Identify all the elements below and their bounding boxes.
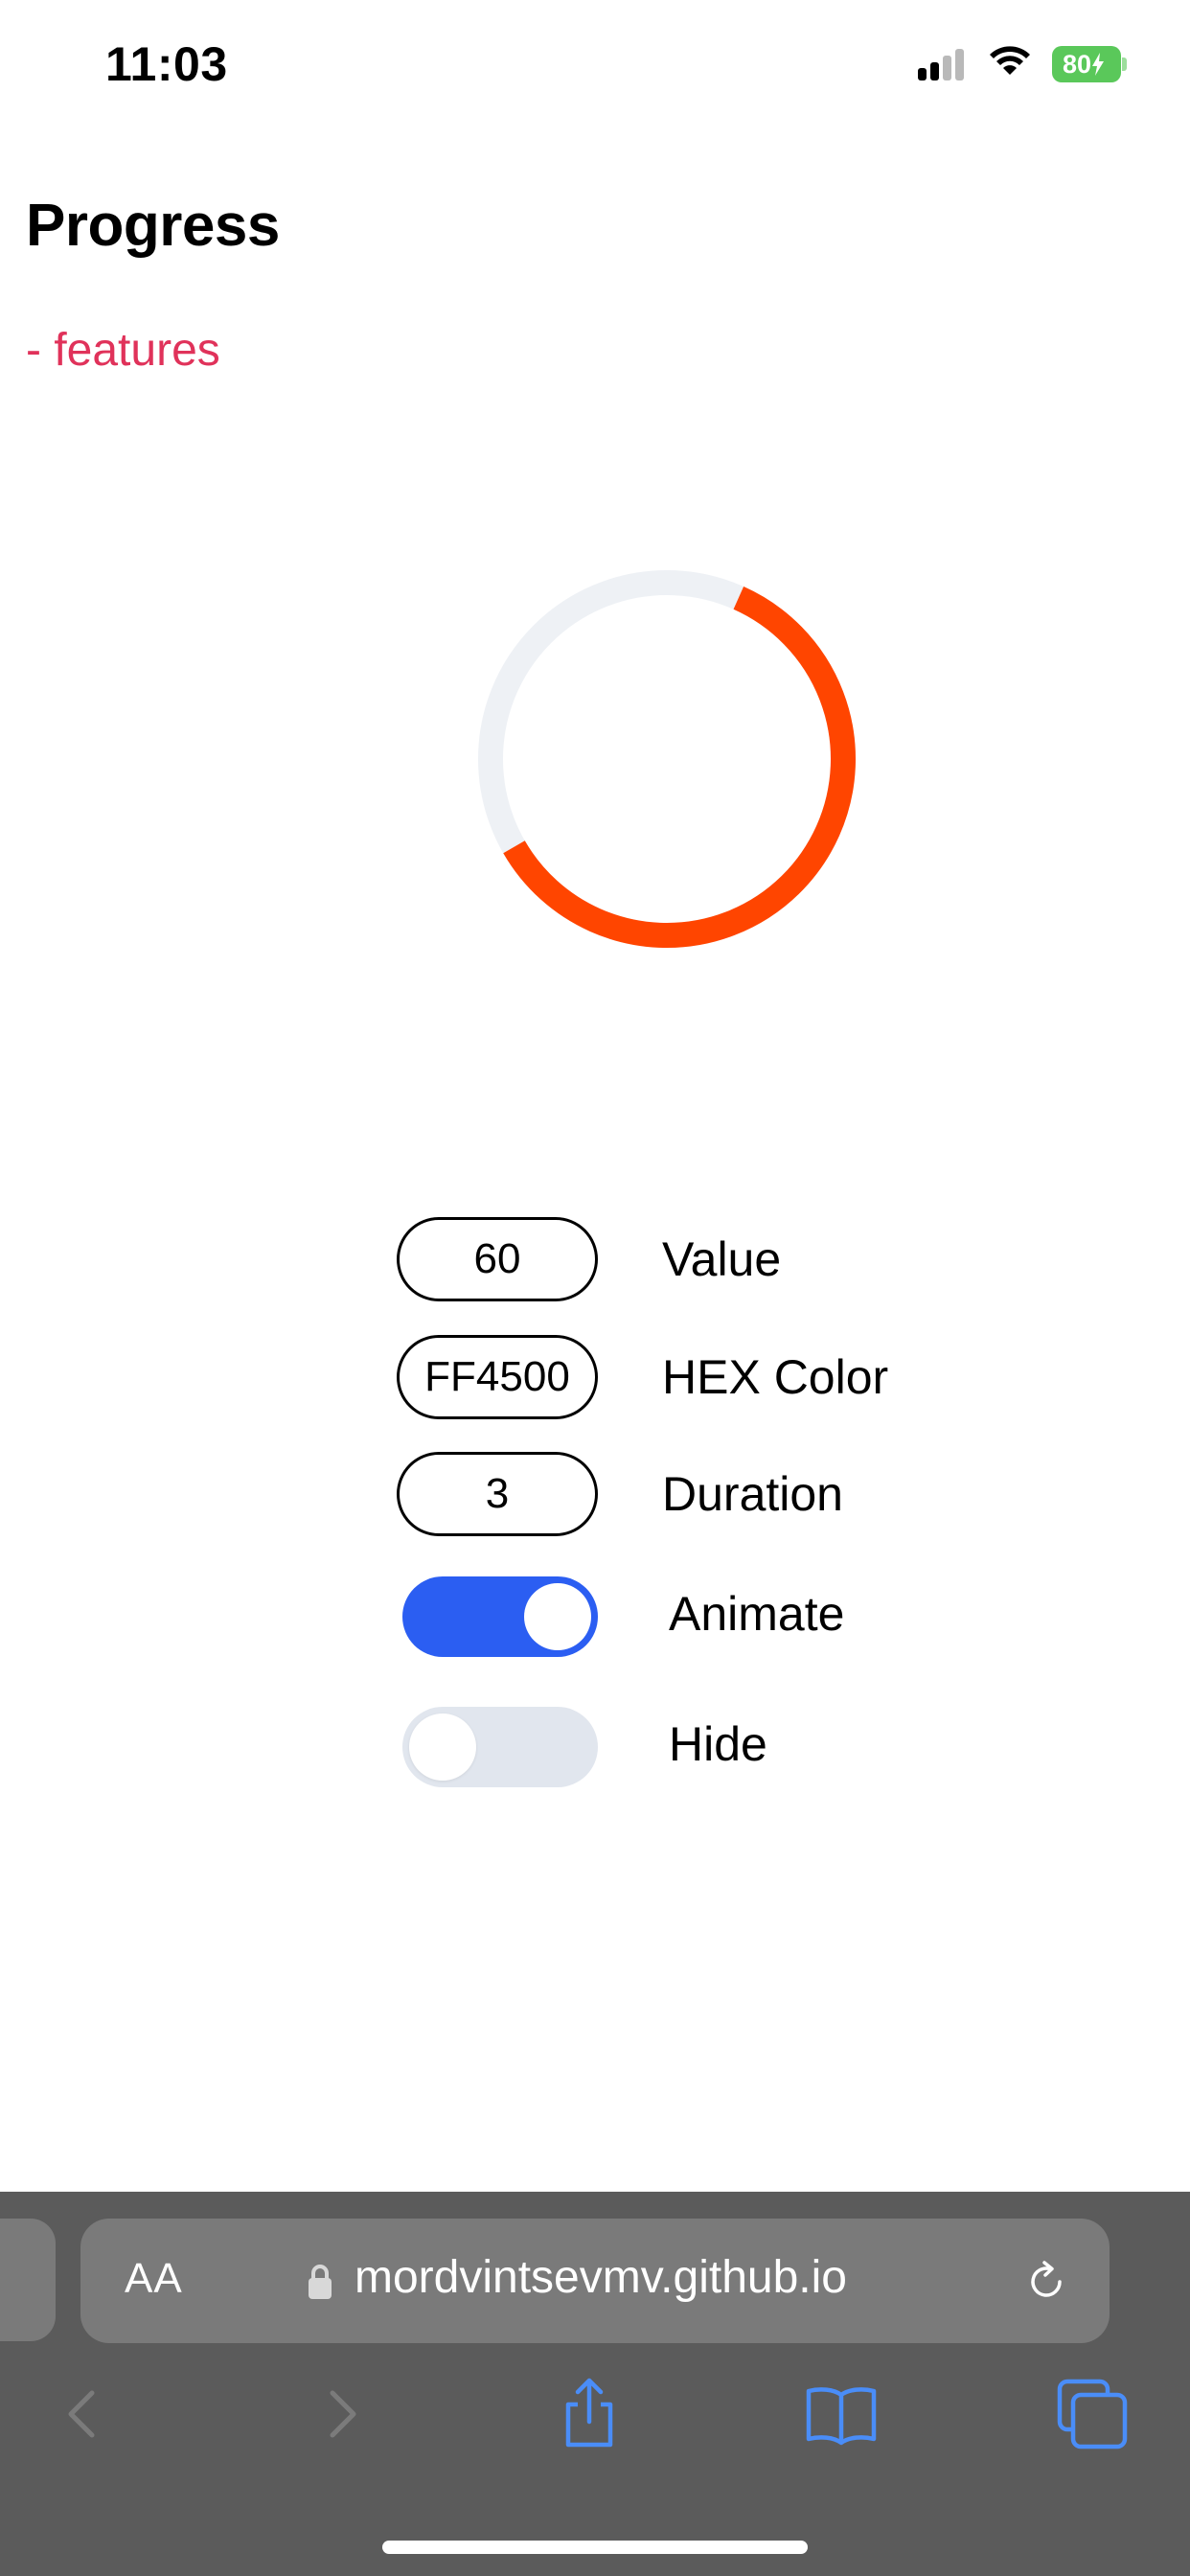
battery-indicator: 80 <box>1052 46 1127 82</box>
lock-icon <box>309 2265 332 2299</box>
forward-icon[interactable] <box>302 2376 378 2452</box>
hex-color-input[interactable] <box>397 1335 598 1419</box>
back-icon[interactable] <box>46 2376 123 2452</box>
duration-input[interactable] <box>397 1452 598 1536</box>
toggle-knob <box>524 1583 591 1650</box>
features-link[interactable]: - features <box>26 324 220 377</box>
wifi-icon <box>990 46 1030 75</box>
text-size-button[interactable]: AA <box>125 2255 183 2303</box>
previous-tab-peek[interactable] <box>0 2219 56 2341</box>
progress-ring-svg <box>478 570 856 948</box>
battery-level: 80 <box>1052 46 1121 82</box>
bookmarks-icon[interactable] <box>803 2376 880 2452</box>
progress-ring <box>475 567 858 951</box>
hide-label: Hide <box>669 1717 767 1771</box>
text-size-label: AA <box>125 2255 183 2302</box>
animate-toggle[interactable] <box>402 1576 598 1657</box>
reload-icon[interactable] <box>1021 2257 1071 2307</box>
tabs-icon[interactable] <box>1054 2376 1131 2452</box>
bolt-icon <box>1092 53 1105 76</box>
cellular-signal-icon <box>918 46 968 80</box>
progress-ring-arc <box>478 570 856 948</box>
animate-label: Animate <box>669 1587 845 1641</box>
value-input[interactable] <box>397 1217 598 1301</box>
battery-percent: 80 <box>1062 49 1092 79</box>
address-bar[interactable]: AA mordvintsevmv.github.io <box>80 2219 1110 2343</box>
toggle-knob <box>409 1714 476 1781</box>
duration-label: Duration <box>662 1467 843 1521</box>
status-time: 11:03 <box>105 37 228 91</box>
url-text: mordvintsevmv.github.io <box>355 2252 847 2303</box>
page-title: Progress <box>26 193 280 259</box>
share-icon[interactable] <box>551 2376 628 2452</box>
browser-bottom-bar: AA mordvintsevmv.github.io <box>0 2192 1190 2576</box>
hex-color-label: HEX Color <box>662 1350 889 1404</box>
home-indicator <box>382 2541 808 2554</box>
value-label: Value <box>662 1232 782 1286</box>
hide-toggle[interactable] <box>402 1707 598 1787</box>
status-bar: 11:03 80 <box>0 0 1190 134</box>
